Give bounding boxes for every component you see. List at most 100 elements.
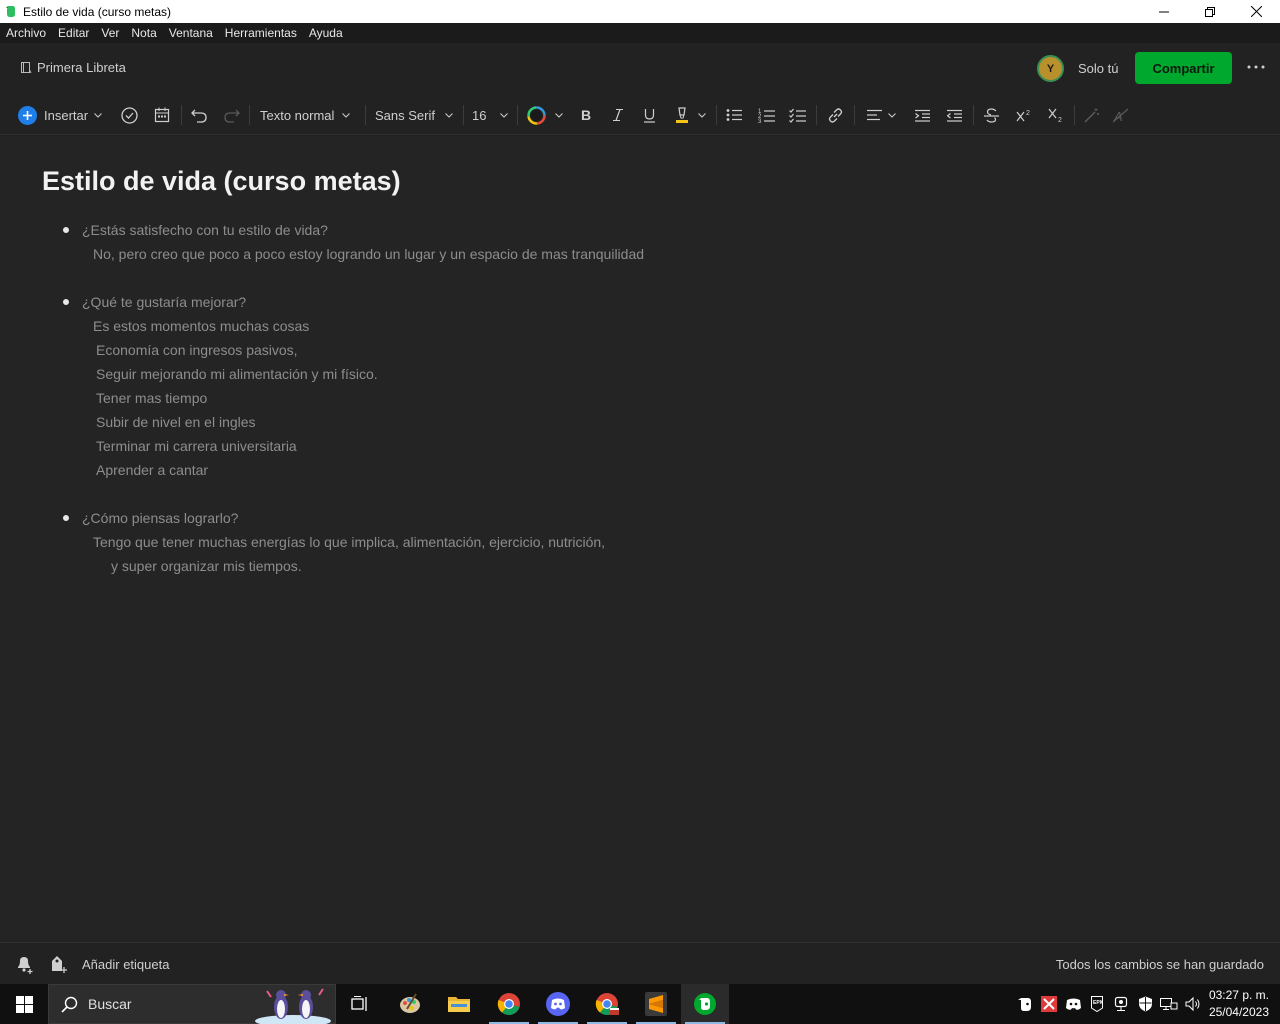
question-2[interactable]: ¿Qué te gustaría mejorar?	[82, 294, 246, 310]
chevron-down-icon	[888, 112, 896, 118]
more-options-button[interactable]	[1245, 59, 1267, 75]
notebook-icon	[21, 62, 32, 74]
share-button[interactable]: Compartir	[1135, 52, 1232, 84]
sharing-status[interactable]: Solo tú	[1078, 61, 1118, 76]
taskbar-chrome[interactable]	[485, 984, 533, 1024]
minimize-button[interactable]	[1141, 0, 1187, 23]
bullet-point	[63, 227, 69, 233]
font-size-select[interactable]: 16	[472, 103, 509, 127]
font-select[interactable]: Sans Serif	[375, 103, 453, 127]
notebook-selector[interactable]: Primera Libreta	[20, 60, 126, 75]
align-button[interactable]	[867, 103, 896, 127]
calendar-button[interactable]	[154, 103, 170, 127]
tray-app-red[interactable]	[1040, 995, 1058, 1013]
text-style-select[interactable]: Texto normal	[260, 103, 351, 127]
indent-button[interactable]	[915, 103, 930, 127]
bullet-list-button[interactable]	[726, 103, 742, 127]
answer-line[interactable]: Aprender a cantar	[96, 462, 208, 478]
close-button[interactable]	[1233, 0, 1279, 23]
menu-ayuda[interactable]: Ayuda	[309, 26, 343, 40]
avatar[interactable]: Y	[1037, 55, 1064, 82]
answer-line[interactable]: No, pero creo que poco a poco estoy logr…	[93, 246, 644, 262]
note-title[interactable]: Estilo de vida (curso metas)	[42, 166, 401, 197]
subscript-button[interactable]: 2	[1048, 103, 1064, 127]
note-footer: Añadir etiqueta Todos los cambios se han…	[0, 942, 1280, 984]
highlight-button[interactable]	[675, 103, 706, 127]
taskbar-discord[interactable]	[534, 984, 582, 1024]
menu-editar[interactable]: Editar	[58, 26, 89, 40]
italic-button[interactable]	[612, 103, 624, 127]
outdent-button[interactable]	[947, 103, 962, 127]
link-button[interactable]	[827, 103, 844, 127]
tray-evernote[interactable]	[1016, 995, 1034, 1013]
answer-line[interactable]: y super organizar mis tiempos.	[111, 558, 302, 574]
answer-line[interactable]: Economía con ingresos pasivos,	[96, 342, 298, 358]
checklist-button[interactable]	[789, 103, 806, 127]
italic-icon	[613, 109, 623, 121]
taskbar-evernote-active[interactable]	[681, 984, 729, 1024]
paint-palette-icon	[400, 993, 420, 1013]
add-tag-label[interactable]: Añadir etiqueta	[82, 957, 169, 972]
start-button[interactable]	[0, 984, 48, 1024]
magic-wand-icon	[1084, 108, 1099, 122]
outdent-icon	[947, 109, 962, 122]
bell-plus-icon	[18, 957, 33, 974]
tray-webcam[interactable]	[1112, 995, 1130, 1013]
reminder-button[interactable]	[15, 954, 35, 979]
taskbar-file-explorer[interactable]	[435, 984, 483, 1024]
answer-line[interactable]: Terminar mi carrera universitaria	[96, 438, 297, 454]
folder-icon	[448, 997, 470, 1012]
chevron-down-icon	[698, 112, 706, 118]
subscript-icon: 2	[1048, 108, 1062, 123]
bullet-point	[63, 515, 69, 521]
magic-format-button[interactable]	[1084, 103, 1099, 127]
taskbar-search[interactable]: Buscar	[48, 984, 336, 1024]
taskbar-chrome-profile[interactable]	[583, 984, 631, 1024]
tray-security[interactable]	[1136, 995, 1154, 1013]
task-view-icon	[351, 996, 367, 1011]
superscript-button[interactable]: 2	[1016, 103, 1032, 127]
answer-line[interactable]: Tener mas tiempo	[96, 390, 207, 406]
taskbar-clock[interactable]: 03:27 p. m. 25/04/2023	[1209, 987, 1269, 1021]
strikethrough-button[interactable]	[984, 103, 999, 127]
underline-button[interactable]	[643, 103, 656, 127]
undo-button[interactable]	[191, 103, 208, 127]
taskbar-paint-app[interactable]	[386, 984, 434, 1024]
text-color-button[interactable]	[527, 103, 563, 127]
tray-volume[interactable]	[1184, 995, 1202, 1013]
insert-button[interactable]: Insertar	[18, 103, 102, 127]
question-3[interactable]: ¿Cómo piensas lograrlo?	[82, 510, 238, 526]
tray-epic-games[interactable]: EPIC	[1088, 995, 1106, 1013]
task-button[interactable]	[121, 103, 138, 127]
clear-format-icon: A	[1113, 108, 1129, 123]
calendar-icon	[154, 107, 170, 123]
svg-text:3: 3	[758, 119, 762, 123]
tag-button[interactable]	[49, 954, 69, 979]
note-editor[interactable]: Estilo de vida (curso metas) ¿Estás sati…	[0, 136, 1280, 942]
task-view-button[interactable]	[336, 984, 384, 1024]
taskbar-sublime-text[interactable]	[632, 984, 680, 1024]
restore-button[interactable]	[1187, 0, 1233, 23]
menu-ventana[interactable]: Ventana	[169, 26, 213, 40]
menu-nota[interactable]: Nota	[131, 26, 156, 40]
menu-herramientas[interactable]: Herramientas	[225, 26, 297, 40]
font-size-value: 16	[472, 107, 487, 123]
bold-button[interactable]: B	[580, 103, 592, 127]
clear-format-button[interactable]: A	[1113, 103, 1129, 127]
tray-network[interactable]	[1160, 995, 1178, 1013]
epic-games-tray-icon: EPIC	[1091, 996, 1103, 1012]
answer-line[interactable]: Es estos momentos muchas cosas	[93, 318, 309, 334]
menu-ver[interactable]: Ver	[101, 26, 119, 40]
answer-line[interactable]: Seguir mejorando mi alimentación y mi fí…	[96, 366, 378, 382]
tray-discord[interactable]	[1064, 995, 1082, 1013]
answer-line[interactable]: Tengo que tener muchas energías lo que i…	[93, 534, 605, 550]
note-header: Primera Libreta Y Solo tú Compartir	[0, 43, 1280, 95]
discord-icon	[546, 992, 570, 1016]
menu-archivo[interactable]: Archivo	[6, 26, 46, 40]
redo-button[interactable]	[223, 103, 240, 127]
answer-line[interactable]: Subir de nivel en el ingles	[96, 414, 256, 430]
plus-circle-icon	[18, 105, 37, 125]
numbered-list-button[interactable]: 123	[758, 103, 775, 127]
question-1[interactable]: ¿Estás satisfecho con tu estilo de vida?	[82, 222, 328, 238]
menu-bar: Archivo Editar Ver Nota Ventana Herramie…	[0, 23, 1280, 43]
